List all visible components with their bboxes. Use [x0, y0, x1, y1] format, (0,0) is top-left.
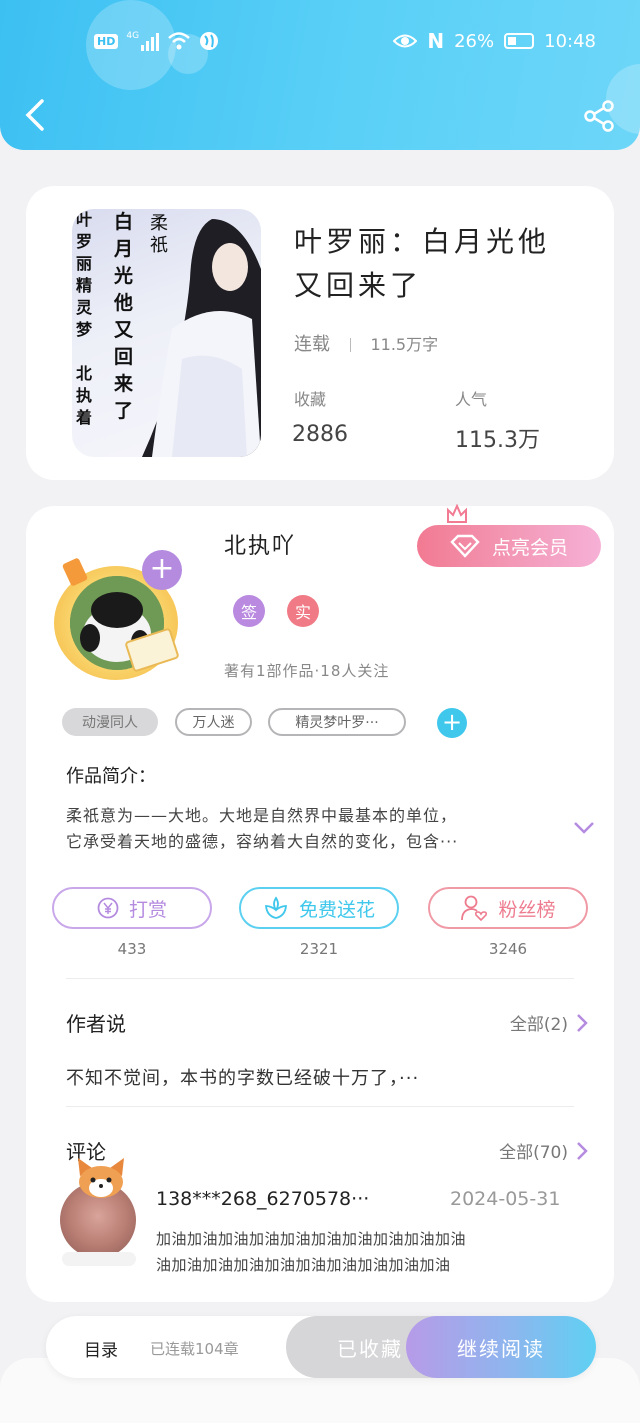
send-flower-label: 免费送花	[298, 898, 375, 921]
status-bar-right: N 26% 10:48	[393, 28, 596, 54]
battery-icon	[504, 33, 535, 49]
author-says-text[interactable]: 不知不觉间，本书的字数已经破十万了，···	[66, 1064, 419, 1090]
section-divider	[66, 978, 574, 979]
popularity-value: 115.3万	[455, 428, 540, 453]
status-bar-left: HD 4G	[94, 28, 219, 54]
fan-count: 3246	[488, 940, 528, 958]
collect-label: 收藏	[294, 390, 327, 409]
clock: 10:48	[544, 30, 596, 52]
fan-ranking-button[interactable]: 粉丝榜	[428, 887, 588, 929]
battery-percent: 26%	[454, 30, 495, 52]
network-label: 4G	[126, 31, 140, 41]
comments-all-label: 全部(70)	[499, 1143, 568, 1163]
author-says-heading: 作者说	[66, 1012, 126, 1036]
intro-line-1: 柔祇意为——大地。大地是自然界中最基本的单位，	[66, 806, 458, 825]
signal-icon: 4G	[126, 31, 160, 51]
author-says-all-label: 全部(2)	[509, 1015, 568, 1035]
reward-label: 打赏	[128, 898, 167, 921]
crown-icon	[447, 504, 467, 523]
comments-all-link[interactable]: 全部(70)	[499, 1138, 588, 1163]
chevron-right-icon	[577, 1141, 588, 1160]
author-name[interactable]: 北执吖	[224, 528, 296, 560]
chapter-count: 已连载104章	[150, 1340, 239, 1358]
corgi-icon	[78, 1158, 124, 1198]
cover-author-text: 柔 祇	[150, 213, 168, 256]
author-says-all-link[interactable]: 全部(2)	[510, 1010, 588, 1035]
signed-badge: 签	[233, 595, 265, 627]
flower-count: 2321	[299, 940, 339, 958]
section-divider	[66, 1106, 574, 1107]
nfc-icon: N	[427, 29, 445, 53]
chevron-right-icon	[577, 1013, 588, 1032]
wifi-icon	[168, 32, 190, 50]
collect-value: 2886	[292, 422, 348, 447]
author-summary: 著有1部作品·18人关注	[224, 662, 390, 680]
follow-author-button[interactable]: +	[142, 550, 182, 590]
continue-reading-button[interactable]: 继续阅读	[406, 1316, 596, 1378]
serial-status: 连载	[294, 334, 330, 355]
back-arrow-icon[interactable]	[24, 98, 46, 132]
reward-button[interactable]: 打赏	[52, 887, 212, 929]
fan-ranking-label: 粉丝榜	[498, 898, 556, 921]
diamond-icon	[450, 534, 480, 558]
vip-button[interactable]: 点亮会员	[417, 525, 601, 567]
yen-icon	[97, 897, 119, 919]
avatar-cloud-decor	[62, 1252, 136, 1266]
book-title: 叶罗丽：白月光他又回来了	[294, 225, 551, 302]
reward-count: 433	[117, 940, 147, 958]
bottom-action-bar: 目录 已连载104章 已收藏 继续阅读	[46, 1316, 596, 1378]
tag-item[interactable]: 精灵梦叶罗···	[268, 708, 406, 736]
cover-title-text: 白 月 光 他 又 回 来 了	[114, 211, 134, 422]
tag-item[interactable]: 万人迷	[175, 708, 252, 736]
globe-icon	[200, 32, 219, 50]
book-cover[interactable]: 柔 祇 白 月 光 他 又 回 来 了 叶 罗 丽 精 灵 梦 北 执 着	[72, 209, 261, 457]
hd-badge: HD	[94, 33, 119, 49]
verified-badge: 实	[287, 595, 319, 627]
comment-line-1: 加油加油加油加油加油加油加油加油加油加油	[156, 1230, 467, 1248]
add-tag-button[interactable]: +	[437, 708, 467, 738]
comment-date: 2024-05-31	[450, 1188, 561, 1210]
intro-heading: 作品简介：	[66, 766, 156, 787]
send-flower-button[interactable]: 免费送花	[239, 887, 399, 929]
book-status: 连载 11.5万字	[294, 330, 438, 356]
commenter-name[interactable]: 138***268_6270578···	[156, 1188, 369, 1210]
comment-line-2: 油加油加油加油加油加油加油加油加油加油	[156, 1256, 451, 1274]
header-bar: HD 4G N 26% 10:48	[0, 0, 640, 150]
flower-icon	[264, 896, 287, 919]
tag-item[interactable]: 动漫同人	[62, 708, 158, 736]
meta-divider	[349, 338, 351, 352]
toc-button[interactable]: 目录	[84, 1336, 118, 1361]
intro-line-2: 它承受着天地的盛德，容纳着大自然的变化，包含···	[66, 832, 459, 851]
cover-series-text: 叶 罗 丽 精 灵 梦 北 执 着	[76, 210, 93, 427]
popularity-label: 人气	[455, 390, 488, 409]
word-count: 11.5万字	[370, 335, 439, 354]
eye-icon	[393, 34, 418, 48]
share-icon[interactable]	[584, 100, 616, 132]
user-heart-icon	[461, 895, 488, 922]
expand-chevron-icon[interactable]	[572, 820, 596, 836]
vip-button-label: 点亮会员	[491, 536, 568, 559]
